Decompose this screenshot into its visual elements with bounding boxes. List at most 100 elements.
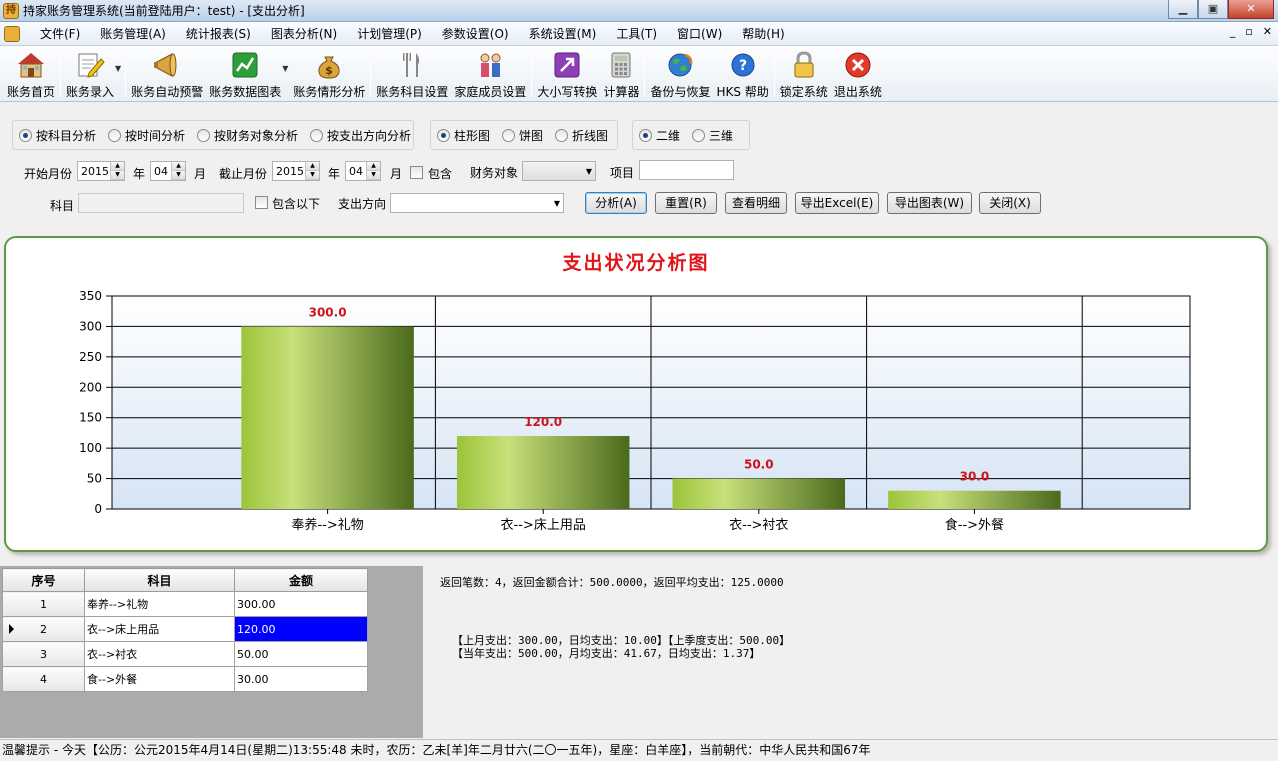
close-window-button[interactable]: ✕ — [1228, 0, 1274, 19]
radio-by-time[interactable]: 按时间分析 — [108, 127, 185, 144]
house-icon — [15, 50, 47, 80]
item-input[interactable] — [639, 160, 734, 180]
toolbar-separator — [531, 49, 533, 97]
window-controls: ▁ ▣ ✕ — [1168, 0, 1274, 19]
globe-icon — [664, 50, 696, 80]
data-chart-button[interactable]: 账务数据图表 — [209, 46, 281, 100]
calculator-button[interactable]: 计算器 — [603, 46, 639, 100]
analyze-button[interactable]: 分析(A) — [585, 192, 647, 214]
include-below-checkbox[interactable] — [255, 196, 268, 209]
subject-setup-button[interactable]: 账务科目设置 — [376, 46, 448, 100]
spin-up-icon[interactable]: ▲ — [172, 162, 185, 171]
minimize-button[interactable]: ▁ — [1168, 0, 1198, 19]
menu-reports[interactable]: 统计报表(S) — [176, 23, 261, 45]
mdi-controls: _ ▫ ✕ — [1230, 25, 1272, 38]
menu-chart-analysis[interactable]: 图表分析(N) — [261, 23, 347, 45]
column-header-index[interactable]: 序号 — [2, 568, 85, 592]
spin-down-icon[interactable]: ▼ — [172, 171, 185, 180]
radio-by-subject[interactable]: 按科目分析 — [19, 127, 96, 144]
cell-amount[interactable]: 300.00 — [234, 591, 368, 617]
radio-pie-chart[interactable]: 饼图 — [502, 127, 543, 144]
menu-system[interactable]: 系统设置(M) — [519, 23, 607, 45]
start-month-spinner[interactable]: 04 ▲ ▼ — [150, 161, 186, 181]
spin-down-icon[interactable]: ▼ — [111, 171, 124, 180]
table-row[interactable]: 2 衣-->床上用品 120.00 — [2, 616, 368, 642]
maximize-button[interactable]: ▣ — [1198, 0, 1228, 19]
table-row[interactable]: 1 奉养-->礼物 300.00 — [2, 591, 368, 617]
table-row[interactable]: 3 衣-->衬衣 50.00 — [2, 641, 368, 667]
include-checkbox[interactable] — [410, 166, 423, 179]
spin-down-icon[interactable]: ▼ — [306, 171, 319, 180]
row-index[interactable]: 2 — [2, 616, 85, 642]
radio-3d[interactable]: 三维 — [692, 127, 733, 144]
menu-accounts[interactable]: 账务管理(A) — [90, 23, 176, 45]
radio-line-chart[interactable]: 折线图 — [555, 127, 608, 144]
finance-object-select[interactable]: ▼ — [522, 161, 596, 181]
x-tick-label: 衣-->衬衣 — [729, 517, 788, 533]
column-header-subject[interactable]: 科目 — [84, 568, 235, 592]
end-month-label: 截止月份 — [219, 167, 268, 181]
exit-system-button[interactable]: 退出系统 — [834, 46, 882, 100]
spin-up-icon[interactable]: ▲ — [111, 162, 124, 171]
mdi-minimize-button[interactable]: _ — [1230, 25, 1236, 38]
end-year-spinner[interactable]: 2015 ▲ ▼ — [272, 161, 320, 181]
year-unit-label: 年 — [133, 167, 146, 181]
app-menu-icon[interactable] — [4, 25, 20, 42]
subject-input[interactable] — [78, 193, 244, 213]
close-button[interactable]: 关闭(X) — [979, 192, 1041, 214]
y-tick-label: 150 — [79, 411, 102, 425]
reset-button[interactable]: 重置(R) — [655, 192, 717, 214]
export-excel-button[interactable]: 导出Excel(E) — [795, 192, 879, 214]
lock-system-button[interactable]: 锁定系统 — [780, 46, 828, 100]
radio-dot — [19, 128, 32, 142]
direction-select[interactable]: ▼ — [390, 193, 564, 213]
data-chart-dropdown-icon[interactable]: ▼ — [282, 64, 288, 73]
menu-file[interactable]: 文件(F) — [30, 23, 90, 45]
column-header-amount[interactable]: 金额 — [234, 568, 368, 592]
month-unit-label: 月 — [390, 167, 403, 181]
menu-window[interactable]: 窗口(W) — [667, 23, 732, 45]
entry-button[interactable]: 账务录入 — [66, 46, 114, 100]
radio-2d[interactable]: 二维 — [639, 127, 680, 144]
cell-subject[interactable]: 衣-->衬衣 — [84, 641, 235, 667]
cell-amount[interactable]: 30.00 — [234, 666, 368, 692]
chevron-down-icon: ▼ — [553, 199, 560, 208]
row-index[interactable]: 1 — [2, 591, 85, 617]
row-index[interactable]: 3 — [2, 641, 85, 667]
end-month-spinner[interactable]: 04 ▲ ▼ — [345, 161, 381, 181]
help-button[interactable]: ? HKS 帮助 — [716, 46, 769, 100]
spin-up-icon[interactable]: ▲ — [367, 162, 380, 171]
spin-down-icon[interactable]: ▼ — [367, 171, 380, 180]
y-tick-label: 100 — [79, 441, 102, 455]
cell-amount[interactable]: 50.00 — [234, 641, 368, 667]
table-row[interactable]: 4 食-->外餐 30.00 — [2, 666, 368, 692]
cell-subject[interactable]: 衣-->床上用品 — [84, 616, 235, 642]
cell-amount-selected[interactable]: 120.00 — [234, 616, 368, 642]
cell-subject[interactable]: 食-->外餐 — [84, 666, 235, 692]
help-icon: ? — [727, 50, 759, 80]
x-tick-label: 食-->外餐 — [945, 517, 1004, 533]
menu-tools[interactable]: 工具(T) — [606, 23, 667, 45]
export-chart-button[interactable]: 导出图表(W) — [887, 192, 972, 214]
mdi-close-button[interactable]: ✕ — [1263, 25, 1272, 38]
view-detail-button[interactable]: 查看明细 — [725, 192, 787, 214]
radio-by-direction[interactable]: 按支出方向分析 — [310, 127, 411, 144]
spin-up-icon[interactable]: ▲ — [306, 162, 319, 171]
bar-chart: 0 50 100 150 200 250 300 350 300.0 奉养-->礼物 120.0 衣-… — [79, 289, 1191, 533]
case-convert-button[interactable]: 大小写转换 — [537, 46, 597, 100]
radio-bar-chart[interactable]: 柱形图 — [437, 127, 490, 144]
backup-restore-button[interactable]: 备份与恢复 — [650, 46, 710, 100]
menu-plan[interactable]: 计划管理(P) — [347, 23, 432, 45]
auto-alert-button[interactable]: 账务自动预警 — [131, 46, 203, 100]
row-index[interactable]: 4 — [2, 666, 85, 692]
situation-analysis-button[interactable]: $ 账务情形分析 — [293, 46, 365, 100]
home-button[interactable]: 账务首页 — [7, 46, 55, 100]
menu-params[interactable]: 参数设置(O) — [432, 23, 519, 45]
radio-by-finance-object[interactable]: 按财务对象分析 — [197, 127, 298, 144]
menu-help[interactable]: 帮助(H) — [732, 23, 794, 45]
entry-dropdown-icon[interactable]: ▼ — [115, 64, 121, 73]
mdi-restore-button[interactable]: ▫ — [1245, 25, 1252, 38]
family-setup-button[interactable]: 家庭成员设置 — [454, 46, 526, 100]
cell-subject[interactable]: 奉养-->礼物 — [84, 591, 235, 617]
start-year-spinner[interactable]: 2015 ▲ ▼ — [77, 161, 125, 181]
